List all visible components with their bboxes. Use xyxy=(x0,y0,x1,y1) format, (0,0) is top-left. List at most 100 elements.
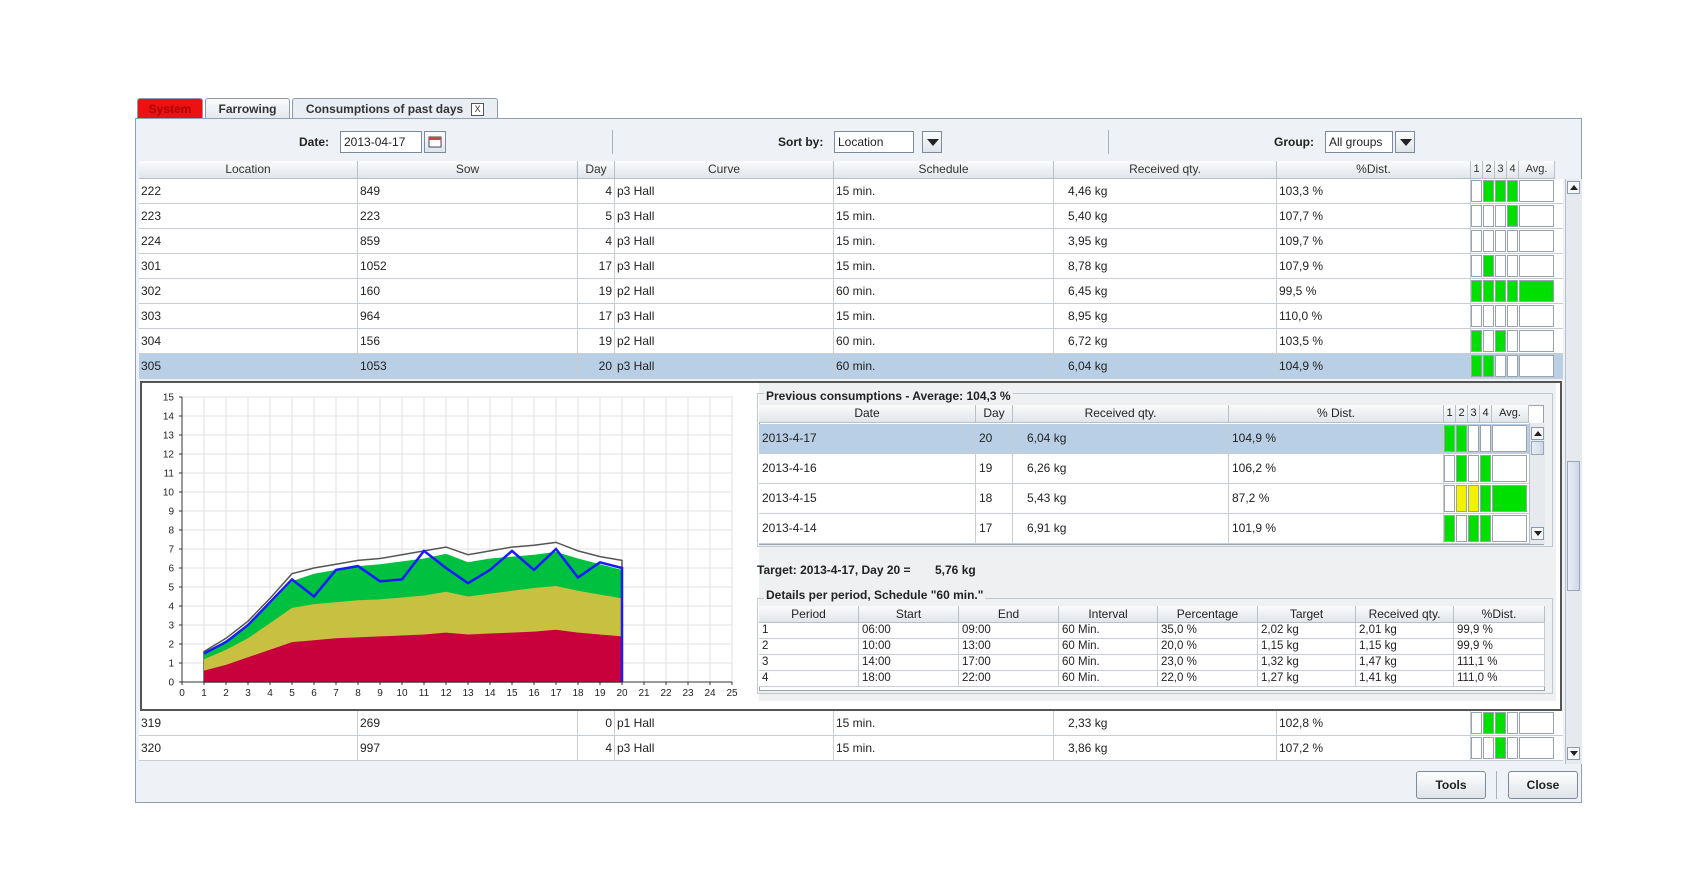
prev-col-3[interactable]: 3 xyxy=(1468,405,1480,423)
prev-col-day[interactable]: Day xyxy=(976,405,1013,423)
prev-col-date[interactable]: Date xyxy=(759,405,976,423)
prev-col-received[interactable]: Received qty. xyxy=(1013,405,1229,423)
consumption-indicator xyxy=(1507,305,1518,327)
consumption-indicator xyxy=(1495,255,1506,277)
col-4[interactable]: 4 xyxy=(1507,161,1519,179)
col-location[interactable]: Location xyxy=(139,161,358,179)
per-col-target[interactable]: Target xyxy=(1258,606,1356,623)
table-row[interactable]: 302 160 19 p2 Hall 60 min. 6,45 kg 99,5 % xyxy=(139,279,1563,304)
consumption-indicator xyxy=(1483,305,1494,327)
cell-location: 319 xyxy=(139,711,358,735)
table-row[interactable]: 301 1052 17 p3 Hall 15 min. 8,78 kg 107,9 % xyxy=(139,254,1563,279)
tools-button[interactable]: Tools xyxy=(1416,771,1486,799)
col-avg[interactable]: Avg. xyxy=(1519,161,1555,179)
cell-day: 20 xyxy=(578,354,615,378)
cell-location: 304 xyxy=(139,329,358,353)
cell-received: 6,04 kg xyxy=(1054,354,1277,378)
prev-col-4[interactable]: 4 xyxy=(1480,405,1492,423)
table-scrollbar[interactable] xyxy=(1565,179,1582,764)
col-day[interactable]: Day xyxy=(578,161,615,179)
chart-x-tick-label: 16 xyxy=(528,688,540,699)
table-row[interactable]: 320 997 4 p3 Hall 15 min. 3,86 kg 107,2 % xyxy=(139,736,1563,761)
period-cell-period: 4 xyxy=(759,671,859,686)
chart-x-tick-label: 19 xyxy=(594,688,606,699)
col-schedule[interactable]: Schedule xyxy=(834,161,1054,179)
cell-curve: p1 Hall xyxy=(615,711,834,735)
consumption-indicator xyxy=(1471,180,1482,202)
sort-dropdown-icon[interactable] xyxy=(922,131,942,153)
chart-x-tick-label: 5 xyxy=(289,688,295,699)
table-row[interactable]: 223 223 5 p3 Hall 15 min. 5,40 kg 107,7 % xyxy=(139,204,1563,229)
previous-scrollbar[interactable] xyxy=(1529,423,1545,544)
per-col-received[interactable]: Received qty. xyxy=(1356,606,1454,623)
group-dropdown-icon[interactable] xyxy=(1395,131,1415,153)
period-row[interactable]: 4 18:00 22:00 60 Min. 22,0 % 1,27 kg 1,41 kg 11… xyxy=(759,671,1545,687)
table-row[interactable]: 304 156 19 p2 Hall 60 min. 6,72 kg 103,5 % xyxy=(139,329,1563,354)
scroll-thumb[interactable] xyxy=(1567,461,1580,591)
chart-y-tick-label: 4 xyxy=(168,602,174,613)
cell-curve: p3 Hall xyxy=(615,736,834,760)
period-row[interactable]: 1 06:00 09:00 60 Min. 35,0 % 2,02 kg 2,01 kg 99… xyxy=(759,623,1545,639)
table-row[interactable]: 319 269 0 p1 Hall 15 min. 2,33 kg 102,8 % xyxy=(139,711,1563,736)
date-field[interactable]: 2013-04-17 xyxy=(340,131,422,153)
col-received[interactable]: Received qty. xyxy=(1054,161,1277,179)
col-2[interactable]: 2 xyxy=(1483,161,1495,179)
scroll-up-icon[interactable] xyxy=(1567,181,1580,194)
table-row[interactable]: 305 1053 20 p3 Hall 60 min. 6,04 kg 104,9 % xyxy=(139,354,1563,379)
period-cell-percentage: 23,0 % xyxy=(1158,655,1258,670)
prev-scroll-up-icon[interactable] xyxy=(1531,427,1544,440)
sort-select[interactable]: Location xyxy=(834,131,914,153)
col-1[interactable]: 1 xyxy=(1471,161,1483,179)
close-tab-icon[interactable]: X xyxy=(471,103,485,117)
cell-location: 302 xyxy=(139,279,358,303)
tab-farrowing[interactable]: Farrowing xyxy=(205,98,290,119)
cell-schedule: 15 min. xyxy=(834,254,1054,278)
prev-col-2[interactable]: 2 xyxy=(1456,405,1468,423)
per-col-percentage[interactable]: Percentage xyxy=(1158,606,1258,623)
consumption-indicator xyxy=(1507,737,1518,759)
cell-curve: p2 Hall xyxy=(615,329,834,353)
prev-col-dist[interactable]: % Dist. xyxy=(1229,405,1444,423)
col-sow[interactable]: Sow xyxy=(358,161,578,179)
per-col-period[interactable]: Period xyxy=(759,606,859,623)
per-col-end[interactable]: End xyxy=(959,606,1059,623)
group-select[interactable]: All groups xyxy=(1325,131,1393,153)
scroll-down-icon[interactable] xyxy=(1567,747,1580,760)
prev-col-avg[interactable]: Avg. xyxy=(1492,405,1529,423)
consumption-indicator xyxy=(1471,355,1482,377)
previous-row[interactable]: 2013-4-14 17 6,91 kg 101,9 % xyxy=(759,514,1529,544)
cell-day: 0 xyxy=(578,711,615,735)
consumption-indicator xyxy=(1468,425,1479,452)
prev-scroll-thumb[interactable] xyxy=(1531,441,1544,455)
col-curve[interactable]: Curve xyxy=(615,161,834,179)
chart-x-tick-label: 18 xyxy=(572,688,584,699)
previous-row[interactable]: 2013-4-15 18 5,43 kg 87,2 % xyxy=(759,484,1529,514)
per-col-dist[interactable]: %Dist. xyxy=(1454,606,1545,623)
period-row[interactable]: 2 10:00 13:00 60 Min. 20,0 % 1,15 kg 1,15 kg 99… xyxy=(759,639,1545,655)
prev-scroll-down-icon[interactable] xyxy=(1531,527,1544,540)
per-col-interval[interactable]: Interval xyxy=(1059,606,1158,623)
col-3[interactable]: 3 xyxy=(1495,161,1507,179)
per-col-start[interactable]: Start xyxy=(859,606,959,623)
chart-y-tick-label: 5 xyxy=(168,583,174,594)
previous-row[interactable]: 2013-4-16 19 6,26 kg 106,2 % xyxy=(759,454,1529,484)
table-row[interactable]: 303 964 17 p3 Hall 15 min. 8,95 kg 110,0 % xyxy=(139,304,1563,329)
prev-col-1[interactable]: 1 xyxy=(1444,405,1456,423)
cell-curve: p3 Hall xyxy=(615,304,834,328)
calendar-button[interactable] xyxy=(424,131,446,153)
consumption-indicator xyxy=(1471,230,1482,252)
consumption-indicator xyxy=(1468,485,1479,512)
cell-received: 3,95 kg xyxy=(1054,229,1277,253)
period-row[interactable]: 3 14:00 17:00 60 Min. 23,0 % 1,32 kg 1,47 kg 11… xyxy=(759,655,1545,671)
cell-day: 4 xyxy=(578,736,615,760)
tab-system[interactable]: System xyxy=(137,98,203,119)
col-dist[interactable]: %Dist. xyxy=(1277,161,1471,179)
consumption-indicator xyxy=(1483,355,1494,377)
period-cell-received: 1,15 kg xyxy=(1356,639,1454,654)
previous-row[interactable]: 2013-4-17 20 6,04 kg 104,9 % xyxy=(759,424,1529,454)
table-row[interactable]: 224 859 4 p3 Hall 15 min. 3,95 kg 109,7 % xyxy=(139,229,1563,254)
close-button[interactable]: Close xyxy=(1508,771,1578,799)
cell-location: 303 xyxy=(139,304,358,328)
table-row[interactable]: 222 849 4 p3 Hall 15 min. 4,46 kg 103,3 % xyxy=(139,179,1563,204)
tab-consumptions[interactable]: Consumptions of past days X xyxy=(292,98,498,119)
